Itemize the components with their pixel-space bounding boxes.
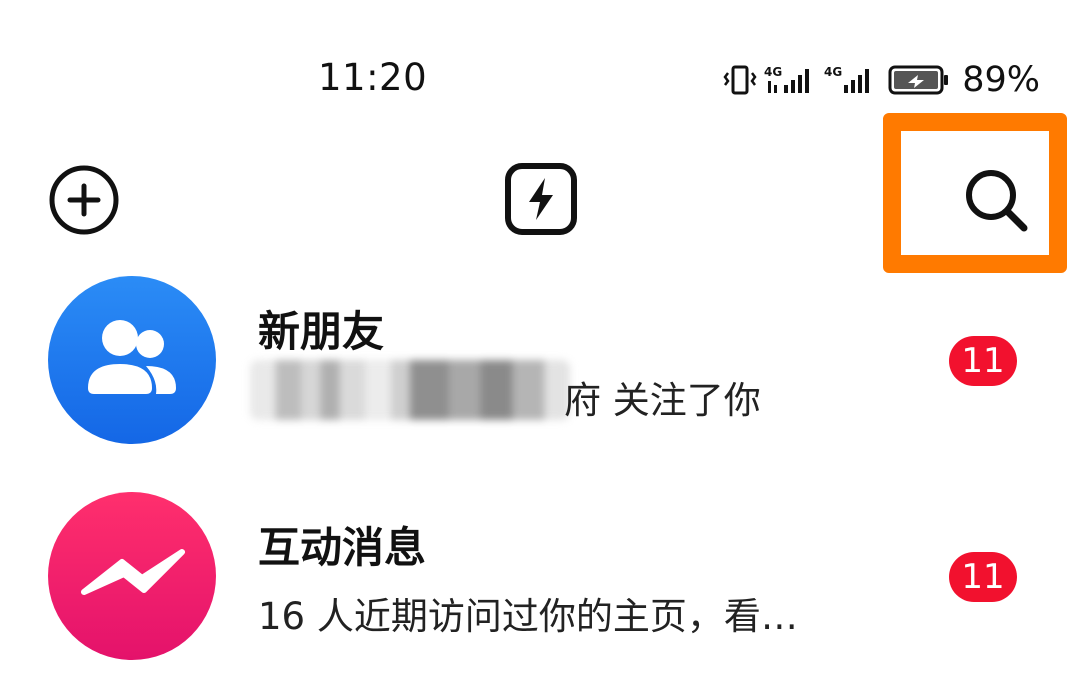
item-title: 新朋友 [258, 307, 385, 356]
redacted-name [250, 360, 570, 420]
status-time: 11:20 [318, 56, 428, 99]
status-icons: 4G 4G 89% [722, 58, 1040, 102]
network-label-1: 4G [764, 65, 782, 79]
vibrate-icon [723, 65, 757, 95]
friends-icon [88, 320, 176, 394]
search-icon[interactable] [958, 162, 1038, 242]
unread-badge: 11 [949, 552, 1017, 602]
add-circle-icon[interactable] [48, 164, 120, 236]
flash-icon[interactable] [504, 162, 578, 236]
top-toolbar [0, 120, 1080, 280]
interactions-avatar [48, 492, 216, 660]
battery-charging-icon [888, 65, 949, 95]
signal-4g-icon: 4G [764, 65, 810, 93]
signal-4g-icon: 4G [824, 65, 870, 93]
item-subtitle: 16 人近期访问过你的主页，看… [258, 595, 798, 638]
network-label-2: 4G [824, 65, 842, 79]
messenger-bolt-icon [81, 549, 185, 595]
list-item-new-friends[interactable]: 新朋友 府 关注了你 11 [0, 272, 1080, 452]
status-bar: 11:20 4G 4G 89% [0, 0, 1080, 120]
item-subtitle: 府 关注了你 [564, 379, 761, 422]
battery-percent: 89% [962, 60, 1040, 100]
item-title: 互动消息 [258, 523, 427, 572]
list-item-interactions[interactable]: 互动消息 16 人近期访问过你的主页，看… 11 [0, 488, 1080, 668]
unread-badge: 11 [949, 336, 1017, 386]
friends-avatar [48, 276, 216, 444]
